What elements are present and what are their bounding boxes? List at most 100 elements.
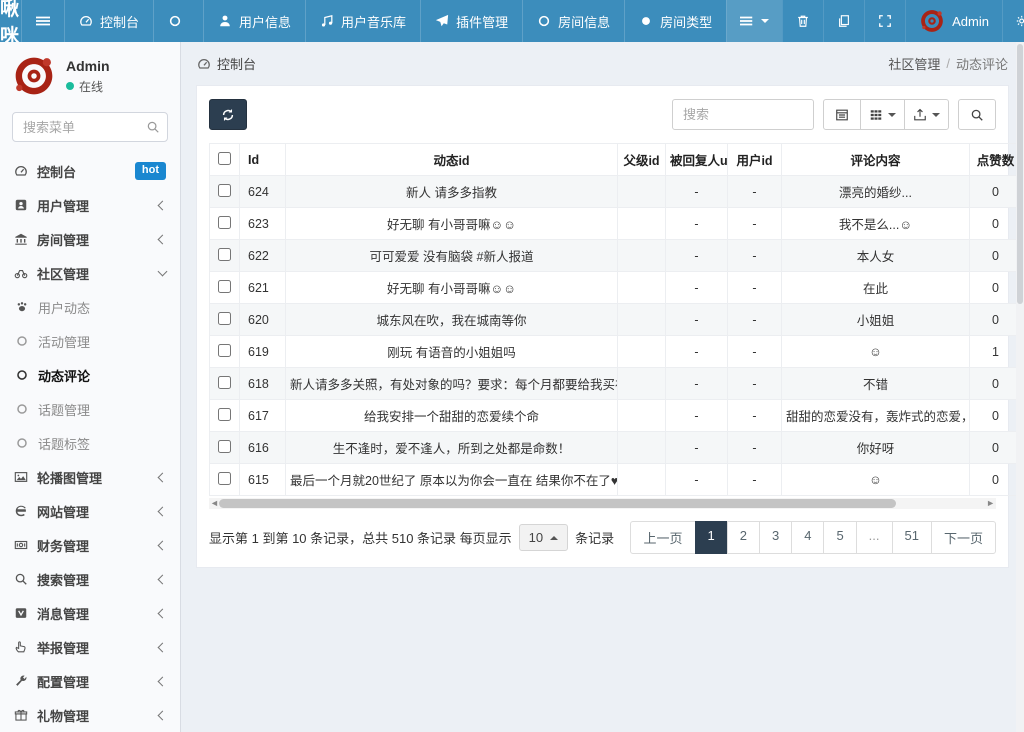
sidebar-item-community-manage[interactable]: 社区管理 — [0, 256, 180, 290]
table-row[interactable]: 616 生不逢时，爱不逢人，所到之处都是命数！ - - 你好呀 0 — [210, 432, 1022, 464]
cell-user-id: - — [728, 272, 782, 304]
nav-item-user-info[interactable]: 用户信息 — [203, 0, 305, 42]
next-page-button[interactable]: 下一页 — [931, 521, 996, 554]
page-size-value: 10 — [529, 530, 543, 545]
sidebar-item-user-manage[interactable]: 用户管理 — [0, 188, 180, 222]
music-icon — [320, 14, 334, 28]
sidebar-item-website-manage[interactable]: 网站管理 — [0, 494, 180, 528]
breadcrumb-section[interactable]: 社区管理 — [888, 54, 940, 73]
sidebar-item-gift-manage[interactable]: 礼物管理 — [0, 698, 180, 732]
toggle-view-button[interactable] — [823, 99, 861, 130]
cell-id: 615 — [240, 464, 286, 496]
row-checkbox[interactable] — [218, 280, 231, 293]
cell-dynamic-id: 新人请多多关照，有处对象的吗？要求：每个月都要给我买礼物♟ — [286, 368, 618, 400]
prev-page-button[interactable]: 上一页 — [630, 521, 695, 554]
column-header-likes[interactable]: 点赞数 — [970, 144, 1022, 176]
file-button[interactable] — [823, 0, 864, 42]
scroll-right-arrow-icon[interactable]: ► — [986, 499, 995, 508]
row-checkbox[interactable] — [218, 216, 231, 229]
sidebar-item-finance-manage[interactable]: 财务管理 — [0, 528, 180, 562]
column-header-comment[interactable]: 评论内容 — [782, 144, 970, 176]
columns-button[interactable] — [860, 99, 905, 130]
table-row[interactable]: 621 好无聊 有小哥哥嘛☺☺ - - 在此 0 — [210, 272, 1022, 304]
select-all-checkbox[interactable] — [218, 152, 231, 165]
sidebar-search-input[interactable] — [12, 112, 168, 142]
row-checkbox[interactable] — [218, 248, 231, 261]
scroll-left-arrow-icon[interactable]: ◄ — [210, 499, 219, 508]
page-button-3[interactable]: 3 — [759, 521, 792, 554]
horizontal-scrollbar[interactable]: ◄ ► — [209, 498, 996, 509]
sidebar-item-message-manage[interactable]: 消息管理 — [0, 596, 180, 630]
sidebar-subitem-topic-tags[interactable]: 话题标签 — [0, 426, 180, 460]
page-size-select[interactable]: 10 — [519, 524, 568, 551]
cell-user-id: - — [728, 432, 782, 464]
row-checkbox[interactable] — [218, 472, 231, 485]
user-menu-button[interactable]: Admin — [905, 0, 1002, 42]
sidebar-subitem-dynamic-comments[interactable]: 动态评论 — [0, 358, 180, 392]
sidebar-subitem-user-dynamics[interactable]: 用户动态 — [0, 290, 180, 324]
table-row[interactable]: 623 好无聊 有小哥哥嘛☺☺ - - 我不是么...☺ 0 — [210, 208, 1022, 240]
scrollbar-thumb[interactable] — [1017, 44, 1023, 304]
scrollbar-thumb[interactable] — [219, 499, 896, 508]
page-button-4[interactable]: 4 — [791, 521, 824, 554]
fullscreen-button[interactable] — [864, 0, 905, 42]
sidebar-toggle-button[interactable] — [21, 0, 64, 42]
sidebar-item-room-manage[interactable]: 房间管理 — [0, 222, 180, 256]
nav-item-room-type[interactable]: 房间类型 — [624, 0, 726, 42]
breadcrumb-home[interactable]: 控制台 — [197, 54, 256, 73]
export-button[interactable] — [904, 99, 949, 130]
brand-logo[interactable]: 啾咪 — [0, 0, 21, 42]
table-search-input[interactable] — [672, 99, 814, 130]
cell-parent-id — [618, 464, 666, 496]
nav-item-music-library[interactable]: 用户音乐库 — [305, 0, 420, 42]
sidebar-item-report-manage[interactable]: 举报管理 — [0, 630, 180, 664]
column-header-dynamic-id[interactable]: 动态id — [286, 144, 618, 176]
chevron-left-icon — [158, 642, 168, 652]
column-header-user-id[interactable]: 用户id — [728, 144, 782, 176]
chevron-left-icon — [158, 710, 168, 720]
cell-parent-id — [618, 304, 666, 336]
cell-comment: ☺ — [782, 336, 970, 368]
sidebar-item-dashboard[interactable]: 控制台 hot — [0, 154, 180, 188]
row-checkbox[interactable] — [218, 312, 231, 325]
search-button[interactable] — [958, 99, 996, 130]
nav-item-room-info[interactable]: 房间信息 — [522, 0, 624, 42]
trash-button[interactable] — [782, 0, 823, 42]
table-row[interactable]: 622 可可爱爱 没有脑袋 #新人报道 - - 本人女 0 — [210, 240, 1022, 272]
vertical-scrollbar[interactable] — [1016, 42, 1024, 732]
row-checkbox[interactable] — [218, 184, 231, 197]
column-header-id[interactable]: Id — [240, 144, 286, 176]
sidebar-item-search-manage[interactable]: 搜索管理 — [0, 562, 180, 596]
nav-item-plugin-manage[interactable]: 插件管理 — [420, 0, 522, 42]
refresh-button[interactable] — [209, 99, 247, 130]
page-button-51[interactable]: 51 — [892, 521, 932, 554]
page-button-1[interactable]: 1 — [695, 521, 728, 554]
row-checkbox[interactable] — [218, 376, 231, 389]
column-header-parent-id[interactable]: 父级id — [618, 144, 666, 176]
table-row[interactable]: 618 新人请多多关照，有处对象的吗？要求：每个月都要给我买礼物♟ - - 不错… — [210, 368, 1022, 400]
column-header-reply-uid[interactable]: 被回复人uid — [666, 144, 728, 176]
nav-item-circle[interactable] — [153, 0, 203, 42]
cell-dynamic-id: 给我安排一个甜甜的恋爱续个命 — [286, 400, 618, 432]
list-dropdown-button[interactable] — [726, 0, 782, 42]
sidebar-subitem-activity-manage[interactable]: 活动管理 — [0, 324, 180, 358]
sidebar-item-carousel-manage[interactable]: 轮播图管理 — [0, 460, 180, 494]
table-row[interactable]: 620 城东风在吹，我在城南等你 - - 小姐姐 0 — [210, 304, 1022, 336]
table-row[interactable]: 619 刚玩 有语音的小姐姐吗 - - ☺ 1 — [210, 336, 1022, 368]
sidebar-subitem-topic-manage[interactable]: 话题管理 — [0, 392, 180, 426]
nav-item-dashboard[interactable]: 控制台 — [64, 0, 153, 42]
row-checkbox[interactable] — [218, 344, 231, 357]
main-content: 控制台 社区管理 / 动态评论 — [181, 42, 1024, 732]
settings-button[interactable] — [1002, 0, 1024, 42]
row-checkbox[interactable] — [218, 408, 231, 421]
table-row[interactable]: 615 最后一个月就20世纪了 原本以为你会一直在 结果你不在了♥ - - ☺ … — [210, 464, 1022, 496]
table-row[interactable]: 624 新人 请多多指教 - - 漂亮的婚纱... 0 — [210, 176, 1022, 208]
cell-id: 617 — [240, 400, 286, 432]
row-checkbox[interactable] — [218, 440, 231, 453]
community-submenu: 用户动态 活动管理 动态评论 话题管理 话题标签 — [0, 290, 180, 460]
page-button-5[interactable]: 5 — [823, 521, 856, 554]
cell-id: 622 — [240, 240, 286, 272]
page-button-2[interactable]: 2 — [727, 521, 760, 554]
sidebar-item-config-manage[interactable]: 配置管理 — [0, 664, 180, 698]
table-row[interactable]: 617 给我安排一个甜甜的恋爱续个命 - - 甜甜的恋爱没有，轰炸式的恋爱，你要… — [210, 400, 1022, 432]
